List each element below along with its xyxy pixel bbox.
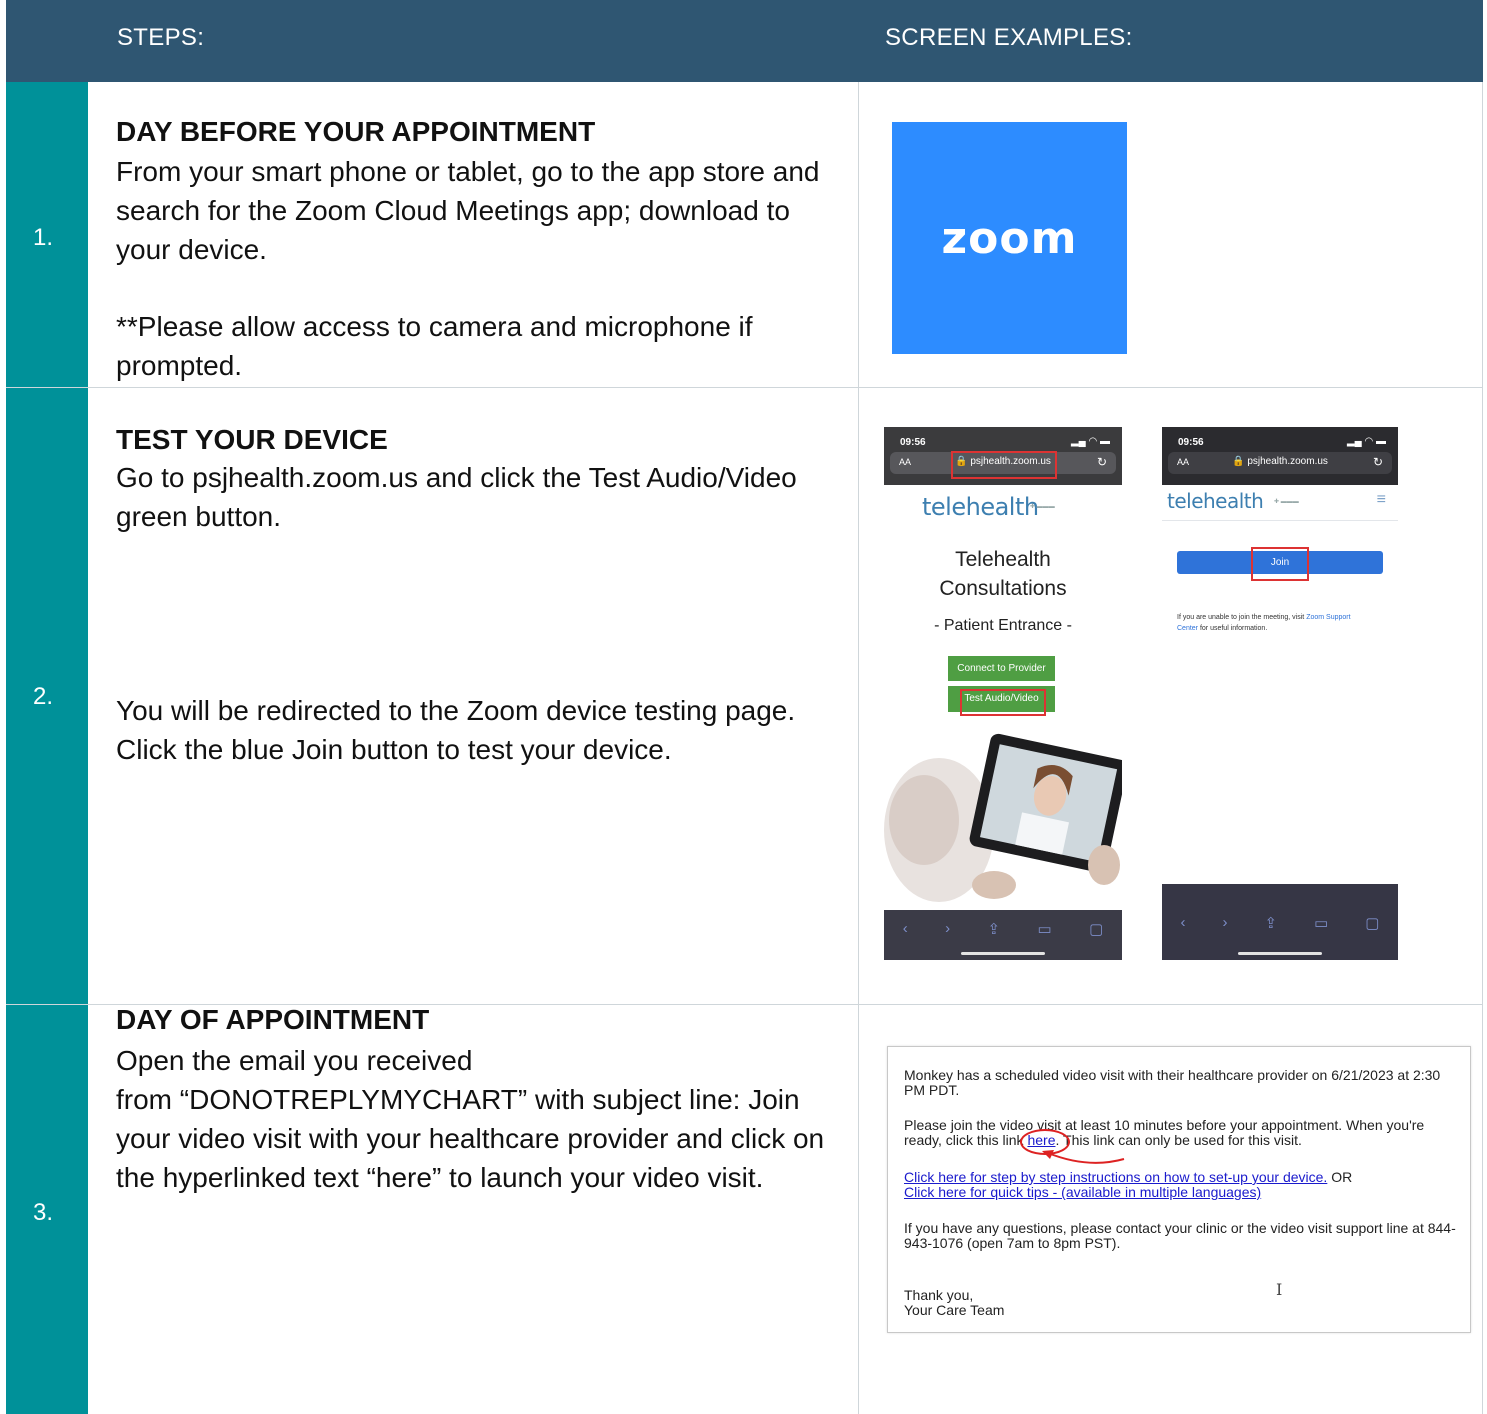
step-3-title: DAY OF APPOINTMENT <box>116 1004 430 1035</box>
url-value: psjhealth.zoom.us <box>1247 456 1328 467</box>
step-3-number-cell: 3. <box>6 1005 88 1414</box>
step-1-title: DAY BEFORE YOUR APPOINTMENT <box>116 116 596 147</box>
url-field: AA 🔒 psjhealth.zoom.us ↻ <box>1168 452 1392 474</box>
divider <box>1162 520 1398 521</box>
setup-instructions-link[interactable]: Click here for step by step instructions… <box>904 1169 1327 1185</box>
page-heading: Telehealth Consultations <box>884 545 1122 603</box>
url-text: 🔒 psjhealth.zoom.us <box>1232 456 1328 467</box>
email-paragraph: If you have any questions, please contac… <box>904 1220 1456 1251</box>
zoom-support-link[interactable]: Zoom Support <box>1306 614 1350 621</box>
examples-column-header: SCREEN EXAMPLES: <box>885 24 1133 51</box>
text-line: from “DONOTREPLYMYCHART” with subject li… <box>116 1084 800 1115</box>
back-icon: ‹ <box>902 920 908 937</box>
highlight-box <box>951 451 1057 479</box>
help-text: If you are unable to join the meeting, v… <box>1177 612 1387 634</box>
row-divider <box>6 387 1483 388</box>
status-time: 09:56 <box>1178 437 1204 448</box>
reload-icon: ↻ <box>1372 455 1383 469</box>
browser-toolbar: ‹ › ⇪ ▭ ▢ <box>1162 884 1398 960</box>
step-2-number-cell: 2. <box>6 388 88 1004</box>
zoom-app-icon: zoom <box>892 122 1127 354</box>
text-line: Go to psjhealth.zoom.us and click the Te… <box>116 462 797 493</box>
email-signoff: Thank you, Your Care Team <box>904 1288 1460 1318</box>
step-2-number: 2. <box>33 683 54 710</box>
home-indicator <box>961 952 1045 955</box>
text-line: search for the Zoom Cloud Meetings app; … <box>116 195 790 226</box>
tabs-icon: ▢ <box>1365 915 1380 932</box>
text-line: Click the blue Join button to test your … <box>116 734 672 765</box>
back-icon: ‹ <box>1180 914 1186 931</box>
step-2-instructions: Go to psjhealth.zoom.us and click the Te… <box>116 458 861 536</box>
step-2-title: TEST YOUR DEVICE <box>116 424 388 455</box>
text-cursor-icon: I <box>1276 1280 1283 1299</box>
text-line: You will be redirected to the Zoom devic… <box>116 695 796 726</box>
menu-icon: ≡ <box>1376 491 1386 508</box>
providence-logo-icon: ✚ ▬▬▬ <box>1030 504 1055 510</box>
step-3-number: 3. <box>33 1199 54 1226</box>
email-paragraph: Monkey has a scheduled video visit with … <box>904 1067 1441 1098</box>
connect-to-provider-button[interactable]: Connect to Provider <box>948 656 1055 681</box>
email-screenshot: Monkey has a scheduled video visit with … <box>887 1046 1471 1333</box>
zoom-logo-text: zoom <box>941 212 1078 264</box>
heading-line: Consultations <box>939 577 1067 600</box>
email-text: OR <box>1327 1169 1353 1185</box>
step-1-number-cell: 1. <box>6 82 88 387</box>
email-text: . This link can only be used for this vi… <box>1055 1132 1302 1148</box>
step-1-number: 1. <box>33 224 54 251</box>
telehealth-logo: telehealth <box>1167 489 1264 513</box>
steps-column-header: STEPS: <box>117 24 205 51</box>
home-indicator <box>1238 952 1322 955</box>
tabs-icon: ▢ <box>1089 921 1104 938</box>
page-subheading: - Patient Entrance - <box>934 617 1072 634</box>
step-3-instructions: Open the email you received from “DONOTR… <box>116 1041 861 1197</box>
step-2-instructions-continued: You will be redirected to the Zoom devic… <box>116 691 861 769</box>
heading-line: Telehealth <box>955 548 1051 571</box>
email-text: Your Care Team <box>904 1302 1005 1318</box>
bookmarks-icon: ▭ <box>1037 921 1052 938</box>
step-1-note: **Please allow access to camera and micr… <box>116 307 861 385</box>
email-text: Thank you, <box>904 1287 974 1303</box>
email-links: Click here for step by step instructions… <box>904 1170 1460 1200</box>
telehealth-logo: telehealth <box>922 493 1039 521</box>
step-1-instructions: From your smart phone or tablet, go to t… <box>116 152 861 269</box>
forward-icon: › <box>1222 914 1228 931</box>
phone-screenshot-entrance: 09:56 ▂▄ ◠ ▬ AA 🔒 psjhealth.zoom.us ↻ te… <box>884 427 1122 960</box>
highlight-box <box>1251 547 1309 581</box>
phone-screenshot-join: 09:56 ▂▄ ◠ ▬ AA 🔒 psjhealth.zoom.us ↻ te… <box>1162 427 1398 960</box>
toolbar-icons: ‹ › ⇪ ▭ ▢ <box>884 920 1122 938</box>
help-text-prefix: If you are unable to join the meeting, v… <box>1177 614 1307 621</box>
text-line: Open the email you received <box>116 1045 473 1076</box>
text-line: your video visit with your healthcare pr… <box>116 1123 825 1154</box>
text-line: the hyperlinked text “here” to launch yo… <box>116 1162 764 1193</box>
providence-logo-icon: ✚ ▬▬▬ <box>1274 499 1299 505</box>
quick-tips-link[interactable]: Click here for quick tips - (available i… <box>904 1184 1261 1200</box>
video-call-illustration <box>884 733 1122 902</box>
forward-icon: › <box>945 920 951 937</box>
text-line: **Please allow access to camera and micr… <box>116 311 753 342</box>
text-line: green button. <box>116 501 282 532</box>
table-header: STEPS: SCREEN EXAMPLES: <box>6 0 1483 82</box>
email-paragraph: Please join the video visit at least 10 … <box>904 1118 1460 1148</box>
signal-icon: ▂▄ ◠ ▬ <box>1070 436 1110 447</box>
arrow-icon <box>1042 1150 1125 1164</box>
status-time: 09:56 <box>900 437 926 448</box>
text-line: prompted. <box>116 350 243 381</box>
share-icon: ⇪ <box>987 921 1001 938</box>
signal-icon: ▂▄ ◠ ▬ <box>1346 436 1386 447</box>
text-line: your device. <box>116 234 267 265</box>
browser-bar: 09:56 ▂▄ ◠ ▬ AA 🔒 psjhealth.zoom.us ↻ <box>1162 427 1398 485</box>
table-right-border <box>1482 82 1483 1414</box>
browser-toolbar: ‹ › ⇪ ▭ ▢ <box>884 910 1122 960</box>
help-text-suffix: for useful information. <box>1198 625 1268 632</box>
bookmarks-icon: ▭ <box>1314 915 1329 932</box>
reload-icon: ↻ <box>1096 455 1107 469</box>
share-icon: ⇪ <box>1264 915 1278 932</box>
highlight-box <box>960 689 1046 716</box>
zoom-support-link-cont[interactable]: Center <box>1177 625 1198 632</box>
text-line: From your smart phone or tablet, go to t… <box>116 156 820 187</box>
toolbar-icons: ‹ › ⇪ ▭ ▢ <box>1162 914 1398 932</box>
